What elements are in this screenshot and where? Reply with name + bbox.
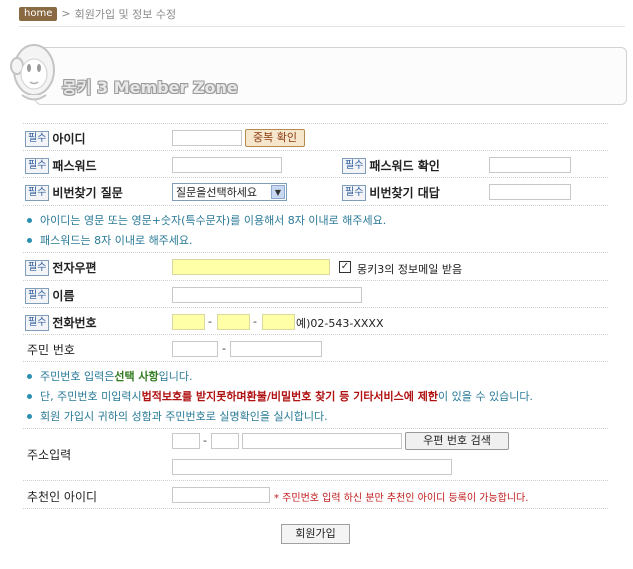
real-name-note: 회원 가입시 귀하의 성함과 주민번호로 실명확인을 실시합니다. <box>27 408 328 424</box>
divider <box>23 334 608 335</box>
password-input[interactable] <box>172 157 282 173</box>
divider <box>23 307 608 308</box>
page-title: 몽키 3 Member Zone <box>62 78 238 97</box>
phone-label: 필수 전화번호 <box>25 314 97 331</box>
zip-search-button[interactable]: 우편 번호 검색 <box>405 432 509 450</box>
divider <box>23 123 608 124</box>
divider <box>23 177 608 178</box>
password-label: 필수 패스워드 <box>25 157 97 174</box>
divider <box>23 361 608 362</box>
divider <box>23 150 608 151</box>
answer-input[interactable] <box>489 184 571 200</box>
id-rule-note: 아이디는 영문 또는 영문+숫자(특수문자)를 이용해서 8자 이내로 해주세요… <box>27 212 386 228</box>
phone-example: 예)02-543-XXXX <box>296 317 384 330</box>
id-label: 필수 아이디 <box>25 130 86 147</box>
required-badge: 필수 <box>25 184 50 201</box>
required-badge: 필수 <box>25 287 50 304</box>
pw-rule-note: 패스워드는 8자 이내로 해주세요. <box>27 232 193 248</box>
breadcrumb-current: 회원가입 및 정보 수정 <box>74 7 177 21</box>
ssn-back-input[interactable] <box>230 341 322 357</box>
bullet-icon <box>27 237 32 243</box>
referrer-input[interactable] <box>172 487 270 503</box>
divider <box>23 205 608 206</box>
ssn-dash: - <box>222 342 226 355</box>
phone-dash: - <box>208 315 212 328</box>
bullet-icon <box>27 373 32 379</box>
email-opt-in-label: 몽키3의 정보메일 받음 <box>357 263 463 276</box>
question-label: 필수 비번찾기 질문 <box>25 184 123 201</box>
divider <box>23 428 608 429</box>
address-line1-input[interactable] <box>242 433 402 449</box>
signup-submit-button[interactable]: 회원가입 <box>281 524 350 544</box>
phone-line-input[interactable] <box>262 314 295 330</box>
question-select[interactable]: 질문을선택하세요 ▼ <box>172 183 287 201</box>
required-badge: 필수 <box>342 184 367 201</box>
monkey-mascot-icon <box>10 44 55 101</box>
chevron-down-icon[interactable]: ▼ <box>271 185 285 199</box>
divider <box>23 508 608 509</box>
name-input[interactable] <box>172 287 362 303</box>
bullet-icon <box>27 393 32 399</box>
address-line2-input[interactable] <box>172 459 452 475</box>
zip-dash: - <box>203 434 207 447</box>
required-badge: 필수 <box>342 157 367 174</box>
required-badge: 필수 <box>25 130 50 147</box>
bullet-icon <box>27 413 32 419</box>
email-label: 필수 전자우편 <box>25 259 97 276</box>
zip-back-input[interactable] <box>211 433 239 449</box>
password-confirm-label: 필수 패스워드 확인 <box>342 157 440 174</box>
chevron-right-icon: > <box>61 7 71 20</box>
required-badge: 필수 <box>25 157 50 174</box>
referrer-note: * 주민번호 입력 하신 분만 추천인 아이디 등록이 가능합니다. <box>274 493 529 504</box>
email-input[interactable] <box>172 259 330 275</box>
required-badge: 필수 <box>25 259 50 276</box>
breadcrumb: home > 회원가입 및 정보 수정 <box>19 6 176 21</box>
required-badge: 필수 <box>25 314 50 331</box>
email-opt-in-checkbox[interactable]: ✓ <box>339 261 351 273</box>
zip-front-input[interactable] <box>172 433 200 449</box>
divider <box>23 280 608 281</box>
phone-prefix-input[interactable] <box>217 314 250 330</box>
ssn-optional-note: 주민번호 입력은 선택 사항 입니다. <box>27 368 193 384</box>
password-confirm-input[interactable] <box>489 157 571 173</box>
ssn-warning-note: 단, 주민번호 미입력시 법적보호를 받지못하며 환불/비밀번호 찾기 등 기타… <box>27 388 533 404</box>
id-input[interactable] <box>172 130 242 146</box>
home-link[interactable]: home <box>19 6 58 21</box>
phone-area-input[interactable] <box>172 314 205 330</box>
divider <box>19 26 625 27</box>
ssn-label: 주민 번호 <box>27 343 75 357</box>
name-label: 필수 이름 <box>25 287 75 304</box>
id-check-button[interactable]: 중복 확인 <box>245 129 305 147</box>
referrer-label: 추천인 아이디 <box>27 490 98 504</box>
bullet-icon <box>27 217 32 223</box>
address-label: 주소입력 <box>27 448 72 462</box>
answer-label: 필수 비번찾기 대답 <box>342 184 440 201</box>
divider <box>23 252 608 253</box>
ssn-front-input[interactable] <box>172 341 218 357</box>
divider <box>23 480 608 481</box>
phone-dash: - <box>253 315 257 328</box>
